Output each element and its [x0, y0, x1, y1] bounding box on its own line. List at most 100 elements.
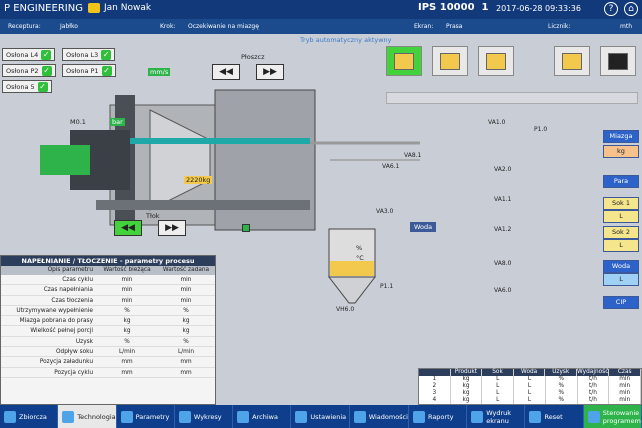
- param-row: Wielkość pełnej porcji kg kg: [1, 326, 215, 337]
- log-row: 4 kg L L% t/h min: [419, 397, 642, 404]
- param-row: Odpływ soku L/min L/min: [1, 347, 215, 358]
- datetime: 2017-06-28 09:33:36: [496, 4, 581, 13]
- log-row: 1 kg L L% t/h min: [419, 376, 642, 383]
- valve-va20[interactable]: VA2.0: [494, 166, 511, 173]
- valve-va11[interactable]: VA1.1: [494, 196, 511, 203]
- nav-icon: [471, 410, 484, 423]
- nav-label: Wiadomości: [368, 412, 408, 421]
- param-name: Czas napełniania: [43, 287, 93, 294]
- nav-icon: [412, 410, 425, 423]
- params-title: NAPEŁNIANIE / TŁOCZENIE - parametry proc…: [1, 256, 215, 266]
- check-icon: ✓: [41, 49, 52, 60]
- param-current: min: [121, 277, 133, 283]
- tlok-forward-button[interactable]: ▶▶: [158, 220, 186, 236]
- nav-ustawienia[interactable]: Ustawienia: [291, 405, 350, 428]
- step-label: Krok:: [160, 23, 176, 30]
- param-setpoint: mm: [180, 359, 192, 366]
- nav-label: Raporty: [427, 412, 454, 421]
- param-row: Pozycja cyklu mm mm: [1, 368, 215, 378]
- finish-flag-icon: [608, 53, 628, 70]
- valve-va61[interactable]: VA6.1: [382, 163, 399, 170]
- speed-unit: mm/s: [148, 68, 171, 76]
- param-setpoint: min: [180, 297, 192, 304]
- tool-squeeze-button[interactable]: [478, 46, 514, 76]
- tool-finish-button[interactable]: [600, 46, 636, 76]
- nav-raporty[interactable]: Raporty: [409, 405, 468, 428]
- nav-sterowanie-programem[interactable]: Sterowanie programem: [583, 405, 642, 428]
- user-name: Jan Nowak: [104, 3, 152, 13]
- valve-va30[interactable]: VA3.0: [376, 208, 393, 215]
- nav-zbiorcza[interactable]: Zbiorcza: [0, 405, 59, 428]
- param-name: Utrzymywane wypełnienie: [16, 307, 93, 314]
- valve-va10[interactable]: VA1.0: [488, 119, 505, 126]
- param-setpoint: kg: [182, 318, 190, 325]
- bottom-nav: Zbiorcza Technologia Parametry Wykresy Archi…: [0, 405, 642, 428]
- nav-technologia[interactable]: Technologia: [58, 405, 117, 428]
- tlok-back-button[interactable]: ◀◀: [114, 220, 142, 236]
- output-sok2-l: L: [603, 239, 639, 252]
- output-cip: CIP: [603, 296, 639, 309]
- valve-va60[interactable]: VA6.0: [494, 287, 511, 294]
- nav-icon: [353, 410, 366, 423]
- tool-press-button[interactable]: [432, 46, 468, 76]
- param-current: kg: [123, 328, 131, 335]
- help-icon[interactable]: ?: [604, 2, 618, 16]
- param-name: Uzysk: [75, 338, 93, 345]
- nav-icon: [295, 410, 308, 423]
- bar-unit: bar: [110, 118, 125, 126]
- output-para: Para: [603, 175, 639, 188]
- param-setpoint: L/min: [177, 349, 195, 356]
- counter-label: Licznik:: [548, 23, 571, 30]
- process-params-table: NAPEŁNIANIE / TŁOCZENIE - parametry proc…: [0, 255, 216, 405]
- param-row: Uzysk%%: [1, 337, 215, 348]
- nav-wykresy[interactable]: Wykresy: [175, 405, 234, 428]
- tank-temp-unit: °C: [356, 254, 364, 262]
- valve-va12[interactable]: VA1.2: [494, 226, 511, 233]
- param-setpoint: min: [180, 287, 192, 294]
- nav-reset[interactable]: Reset: [525, 405, 584, 428]
- log-col-header: [419, 369, 451, 376]
- output-woda: Woda: [603, 260, 639, 273]
- nav-archiwa[interactable]: Archiwa: [233, 405, 292, 428]
- param-setpoint: %: [183, 307, 189, 314]
- param-current: mm: [121, 369, 133, 376]
- log-col-header: Czas cyklu: [609, 369, 641, 382]
- valve-va80[interactable]: VA8.0: [494, 260, 511, 267]
- press-icon: [440, 53, 460, 70]
- log-col-header: Produkt: [451, 369, 483, 376]
- pump-p10-label: P1.0: [534, 126, 548, 133]
- output-sok1: Sok 1: [603, 197, 639, 210]
- log-col-header: Woda: [514, 369, 546, 376]
- nav-wydruk-ekranu[interactable]: Wydruk ekranu: [467, 405, 526, 428]
- nav-label: Wydruk ekranu: [486, 408, 512, 425]
- batch-log-table: Produkt Sok Woda Uzysk Wydajność Czas cyklu 1…: [418, 368, 642, 405]
- valve-va81[interactable]: VA8.1: [404, 152, 421, 159]
- nav-wiadomości[interactable]: Wiadomości: [350, 405, 409, 428]
- language-icon[interactable]: ⌂: [624, 2, 638, 16]
- log-col-header: Sok: [482, 369, 514, 376]
- param-name: Czas tłoczenia: [51, 297, 93, 304]
- tlok-indicator: [242, 224, 250, 232]
- user-badge[interactable]: Jan Nowak: [88, 3, 151, 13]
- tank: [327, 228, 377, 304]
- model-name: IPS 10000 1: [418, 2, 489, 13]
- nav-parametry[interactable]: Parametry: [117, 405, 175, 428]
- nav-icon: [178, 410, 191, 423]
- param-setpoint: mm: [180, 369, 192, 376]
- clean-icon: [562, 53, 582, 70]
- nav-label: Sterowanie programem: [602, 408, 641, 425]
- nav-icon: [587, 410, 600, 423]
- output-sok2: Sok 2: [603, 226, 639, 239]
- param-row: Miazga pobrana do prasy kg kg: [1, 316, 215, 327]
- param-setpoint: kg: [182, 328, 190, 335]
- squeeze-icon: [486, 53, 506, 70]
- nav-icon: [237, 410, 250, 423]
- output-miazga: Miazga: [603, 130, 639, 143]
- log-row: 3 kg L L% t/h min: [419, 390, 642, 397]
- param-name: Pozycja załadunku: [39, 359, 93, 366]
- tool-clean-button[interactable]: [554, 46, 590, 76]
- param-setpoint: %: [183, 338, 189, 345]
- param-name: Czas cyklu: [62, 277, 93, 283]
- param-current: mm: [121, 359, 133, 366]
- nav-label: Wykresy: [193, 412, 222, 421]
